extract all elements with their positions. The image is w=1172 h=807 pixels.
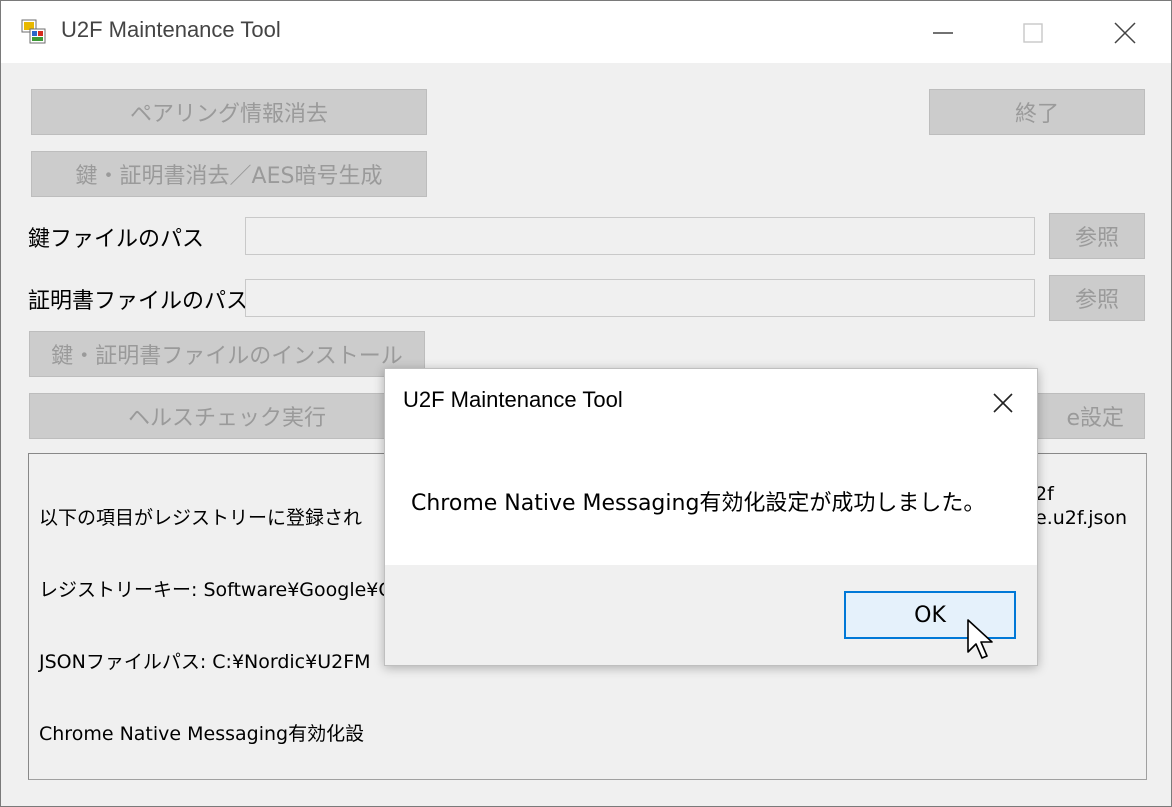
dialog-message: Chrome Native Messaging有効化設定が成功しました。 bbox=[411, 491, 986, 516]
close-button[interactable] bbox=[1105, 13, 1145, 53]
app-icon bbox=[21, 19, 46, 44]
minimize-button[interactable] bbox=[923, 13, 963, 53]
window-title: U2F Maintenance Tool bbox=[61, 17, 281, 42]
cert-path-label: 証明書ファイルのパス bbox=[28, 289, 249, 314]
chrome-setting-button[interactable]: e設定 bbox=[1021, 393, 1145, 439]
cert-path-input[interactable] bbox=[245, 279, 1035, 317]
dialog-footer: OK bbox=[385, 565, 1037, 665]
dialog-close-button[interactable] bbox=[985, 385, 1021, 421]
browse-cert-button[interactable]: 参照 bbox=[1049, 275, 1145, 321]
close-icon bbox=[993, 393, 1013, 413]
key-path-input[interactable] bbox=[245, 217, 1035, 255]
erase-keys-button[interactable]: 鍵・証明書消去／AES暗号生成 bbox=[31, 151, 427, 197]
mouse-cursor-icon bbox=[967, 619, 993, 659]
erase-pairing-button[interactable]: ペアリング情報消去 bbox=[31, 89, 427, 135]
title-bar[interactable]: U2F Maintenance Tool bbox=[1, 1, 1171, 63]
minimize-icon bbox=[933, 32, 953, 34]
message-dialog: U2F Maintenance Tool Chrome Native Messa… bbox=[384, 368, 1038, 666]
health-check-button[interactable]: ヘルスチェック実行 bbox=[29, 393, 425, 439]
log-fragment: e.u2f.json bbox=[1035, 507, 1128, 529]
install-files-button[interactable]: 鍵・証明書ファイルのインストール bbox=[29, 331, 425, 377]
close-icon bbox=[1114, 22, 1136, 44]
maximize-icon bbox=[1023, 23, 1043, 43]
exit-button[interactable]: 終了 bbox=[929, 89, 1145, 135]
maximize-button[interactable] bbox=[1013, 13, 1053, 53]
dialog-title: U2F Maintenance Tool bbox=[403, 387, 623, 412]
key-path-label: 鍵ファイルのパス bbox=[28, 227, 205, 252]
browse-key-button[interactable]: 参照 bbox=[1049, 213, 1145, 259]
log-line: Chrome Native Messaging有効化設 bbox=[39, 723, 365, 745]
